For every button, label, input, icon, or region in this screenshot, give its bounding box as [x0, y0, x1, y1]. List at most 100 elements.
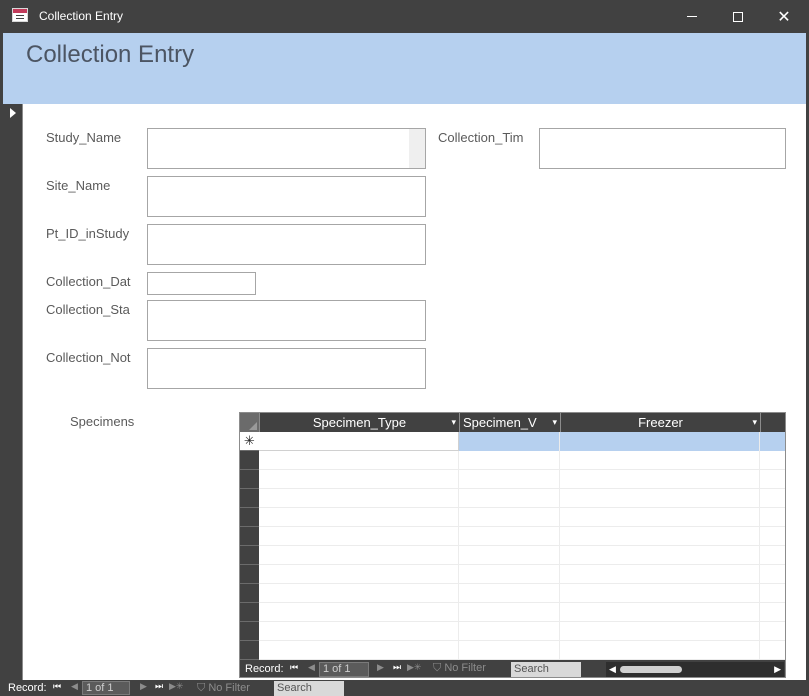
collection-status-label: Collection_Sta	[46, 302, 130, 317]
minimize-icon	[687, 16, 697, 17]
row-selector[interactable]	[240, 641, 259, 660]
row-selector[interactable]	[240, 470, 259, 489]
grid-cell	[459, 489, 560, 508]
empty-row	[259, 508, 785, 527]
no-filter-indicator[interactable]: ⛉ No Filter	[433, 662, 486, 675]
row-selector[interactable]	[240, 527, 259, 546]
grid-cell	[259, 565, 459, 584]
grid-cell	[560, 641, 760, 660]
grid-cell	[259, 451, 459, 470]
collection-notes-field[interactable]	[147, 348, 426, 389]
study-name-field[interactable]	[147, 128, 426, 169]
last-record-button[interactable]: ⏭	[155, 681, 163, 692]
grid-cell	[560, 489, 760, 508]
next-record-button[interactable]: ▶	[140, 681, 147, 692]
form-app-icon	[12, 8, 28, 22]
maximize-button[interactable]	[715, 0, 761, 33]
next-record-button[interactable]: ▶	[377, 662, 384, 673]
new-record-icon[interactable]: ✳	[240, 432, 259, 451]
row-selector[interactable]	[240, 584, 259, 603]
chevron-down-icon[interactable]: ▾	[451, 413, 456, 432]
scrollbar-thumb[interactable]	[620, 666, 682, 673]
grid-cell	[259, 508, 459, 527]
site-name-field[interactable]	[147, 176, 426, 217]
previous-record-button[interactable]: ◀	[71, 681, 78, 692]
chevron-down-icon[interactable]: ▾	[752, 413, 757, 432]
column-label: Specimen_Type	[312, 415, 407, 430]
grid-cell	[259, 527, 459, 546]
close-button[interactable]: ✕	[761, 0, 807, 33]
grid-cell	[560, 603, 760, 622]
scroll-left-icon[interactable]: ◀	[609, 662, 616, 677]
row-selector[interactable]	[240, 489, 259, 508]
study-name-scrollbar[interactable]	[409, 129, 425, 168]
chevron-down-icon[interactable]: ▾	[552, 413, 557, 432]
grid-cell	[459, 622, 560, 641]
column-header-extra[interactable]	[760, 413, 785, 432]
column-header-specimen-v[interactable]: Specimen_V ▾	[459, 413, 560, 432]
filter-label: No Filter	[444, 662, 486, 674]
new-record-row[interactable]	[259, 432, 785, 451]
no-filter-indicator[interactable]: ⛉ No Filter	[197, 682, 250, 695]
grid-cell	[459, 527, 560, 546]
cell-specimen-type[interactable]	[259, 432, 459, 451]
row-selector[interactable]	[240, 565, 259, 584]
empty-row	[259, 546, 785, 565]
empty-row	[259, 451, 785, 470]
site-name-label: Site_Name	[46, 178, 111, 193]
column-label: Freezer	[638, 415, 683, 430]
column-header-specimen-type[interactable]: Specimen_Type ▾	[259, 413, 459, 432]
collection-status-field[interactable]	[147, 300, 426, 341]
cell-freezer[interactable]	[560, 432, 760, 451]
first-record-button[interactable]: ⏮	[53, 681, 61, 692]
collection-time-field[interactable]	[539, 128, 786, 169]
current-record-arrow-icon	[10, 108, 16, 118]
cell-extra[interactable]	[760, 432, 785, 451]
new-record-button[interactable]: ▶✳	[169, 681, 183, 692]
last-record-button[interactable]: ⏭	[393, 662, 401, 673]
new-record-button[interactable]: ▶✳	[407, 662, 421, 673]
row-selector[interactable]	[240, 603, 259, 622]
grid-cell	[259, 641, 459, 660]
minimize-button[interactable]	[669, 0, 715, 33]
grid-cell	[560, 470, 760, 489]
empty-row	[259, 641, 785, 660]
record-selector[interactable]	[3, 104, 23, 680]
record-position-input[interactable]: 1 of 1	[82, 681, 130, 695]
grid-cell	[259, 622, 459, 641]
study-name-label: Study_Name	[46, 130, 122, 145]
search-input[interactable]: Search	[274, 681, 344, 696]
grid-cell	[560, 508, 760, 527]
empty-row	[259, 489, 785, 508]
row-selector[interactable]	[240, 546, 259, 565]
horizontal-scrollbar[interactable]: ◀ ▶	[606, 662, 784, 677]
grid-cell	[459, 546, 560, 565]
previous-record-button[interactable]: ◀	[308, 662, 315, 673]
subform-record-navigator: Record: ⏮ ◀ 1 of 1 ▶ ⏭ ▶✳ ⛉ No Filter Se…	[240, 660, 785, 677]
specimens-subform[interactable]: Specimen_Type ▾ Specimen_V ▾ Freezer ▾ ✳	[239, 412, 786, 678]
search-input[interactable]: Search	[511, 662, 581, 677]
form-header-title: Collection Entry	[26, 41, 195, 68]
filter-icon: ⛉	[433, 662, 442, 674]
collection-date-field[interactable]	[147, 272, 256, 295]
empty-row	[259, 565, 785, 584]
close-icon: ✕	[777, 6, 791, 26]
filter-label: No Filter	[208, 682, 250, 694]
column-label: Specimen_V	[463, 415, 537, 430]
row-selector[interactable]	[240, 622, 259, 641]
first-record-button[interactable]: ⏮	[290, 662, 298, 673]
grid-cell	[459, 470, 560, 489]
empty-row	[259, 603, 785, 622]
record-label: Record:	[8, 682, 47, 694]
pt-id-field[interactable]	[147, 224, 426, 265]
cell-specimen-v[interactable]	[459, 432, 560, 451]
row-selector[interactable]	[240, 508, 259, 527]
scroll-right-icon[interactable]: ▶	[774, 662, 781, 677]
empty-row	[259, 527, 785, 546]
record-label: Record:	[245, 663, 284, 675]
select-all-corner[interactable]	[240, 413, 259, 432]
record-position-input[interactable]: 1 of 1	[319, 662, 369, 677]
column-header-freezer[interactable]: Freezer ▾	[560, 413, 760, 432]
row-selector[interactable]	[240, 451, 259, 470]
filter-icon: ⛉	[197, 682, 206, 694]
